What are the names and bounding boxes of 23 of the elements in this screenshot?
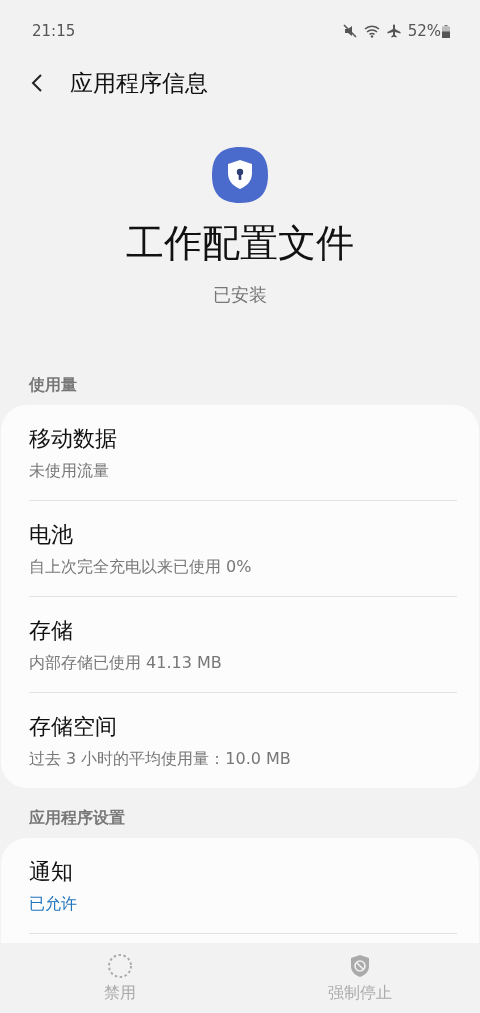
setting-title[interactable]: 存储 <box>29 615 73 646</box>
section-header: 使用量 <box>27 375 78 395</box>
mute-icon <box>342 24 357 38</box>
dashed-circle-icon <box>107 952 133 979</box>
setting-summary: 过去 3 小时的平均使用量：10.0 MB <box>29 748 291 770</box>
setting-summary: 已允许 <box>29 893 77 915</box>
airplane-icon <box>386 24 401 38</box>
setting-title[interactable]: 通知 <box>29 856 73 887</box>
setting-summary: 内部存储已使用 41.13 MB <box>29 652 222 674</box>
status-time: 21:15 <box>32 22 76 40</box>
page-title: 应用程序信息 <box>70 68 208 98</box>
battery-percentage: 52% <box>407 22 441 40</box>
setting-title[interactable]: 移动数据 <box>29 423 117 454</box>
battery-icon <box>442 24 450 38</box>
setting-title[interactable]: 存储空间 <box>29 711 117 742</box>
wifi-icon <box>363 24 380 38</box>
section-header: 应用程序设置 <box>28 808 126 828</box>
setting-summary: 自上次完全充电以来已使用 0% <box>29 556 252 578</box>
app-name: 工作配置文件 <box>126 220 354 267</box>
setting-title[interactable]: 电池 <box>29 519 73 550</box>
install-status: 已安装 <box>213 283 267 307</box>
setting-summary: 未使用流量 <box>29 460 109 482</box>
shield-lock-icon <box>211 146 269 204</box>
